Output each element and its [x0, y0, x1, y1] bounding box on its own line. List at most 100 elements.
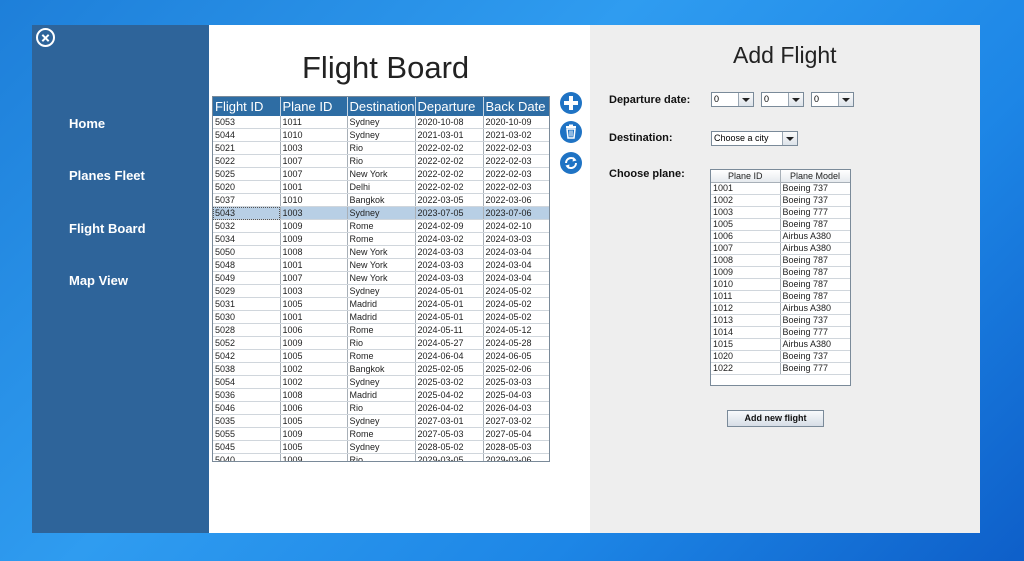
- plus-circle-icon[interactable]: [560, 92, 582, 114]
- table-cell: Bangkok: [347, 362, 416, 376]
- table-cell: 2022-02-02: [415, 154, 484, 168]
- table-row[interactable]: 5035 1005 Sydney 2027-03-01 2027-03-02: [213, 414, 549, 428]
- table-row[interactable]: 5040 1009 Rio 2029-03-05 2029-03-06: [213, 453, 549, 461]
- table-cell: 1009: [280, 219, 348, 233]
- table-cell: 5046: [213, 401, 281, 415]
- add-new-flight-button[interactable]: Add new flight: [727, 410, 824, 427]
- sidebar-item-home[interactable]: Home: [69, 116, 105, 131]
- table-cell: 2024-05-01: [415, 310, 484, 324]
- table-row[interactable]: 5049 1007 New York 2024-03-03 2024-03-04: [213, 271, 549, 285]
- plane-row[interactable]: 1011 Boeing 787: [711, 290, 850, 303]
- plane-row[interactable]: 1013 Boeing 737: [711, 314, 850, 327]
- table-cell: 5022: [213, 154, 281, 168]
- table-cell: 5042: [213, 349, 281, 363]
- column-header[interactable]: Back Date: [483, 97, 549, 116]
- plane-row[interactable]: 1001 Boeing 737: [711, 182, 850, 195]
- plane-row[interactable]: 1006 Airbus A380: [711, 230, 850, 243]
- sidebar-item-map-view[interactable]: Map View: [69, 273, 128, 288]
- table-cell: 1022: [711, 362, 781, 375]
- table-cell: 2022-02-03: [483, 154, 549, 168]
- sidebar: Home Planes Fleet Flight Board Map View: [32, 25, 209, 533]
- table-cell: 2024-05-01: [415, 297, 484, 311]
- table-cell: 5054: [213, 375, 281, 389]
- table-row[interactable]: 5054 1002 Sydney 2025-03-02 2025-03-03: [213, 375, 549, 389]
- column-header[interactable]: Plane ID: [280, 97, 348, 116]
- table-row[interactable]: 5044 1010 Sydney 2021-03-01 2021-03-02: [213, 128, 549, 142]
- sidebar-item-flight-board[interactable]: Flight Board: [69, 221, 146, 236]
- plane-row[interactable]: 1015 Airbus A380: [711, 338, 850, 351]
- table-row[interactable]: 5029 1003 Sydney 2024-05-01 2024-05-02: [213, 284, 549, 298]
- plane-row[interactable]: 1010 Boeing 787: [711, 278, 850, 291]
- table-row[interactable]: 5053 1011 Sydney 2020-10-08 2020-10-09: [213, 116, 549, 129]
- table-row[interactable]: 5055 1009 Rome 2027-05-03 2027-05-04: [213, 427, 549, 441]
- table-row[interactable]: 5046 1006 Rio 2026-04-02 2026-04-03: [213, 401, 549, 415]
- table-row[interactable]: 5042 1005 Rome 2024-06-04 2024-06-05: [213, 349, 549, 363]
- plane-row[interactable]: 1002 Boeing 737: [711, 194, 850, 207]
- table-header-row: Flight ID Plane ID Destination Departure…: [213, 97, 549, 116]
- table-cell: Rio: [347, 453, 416, 461]
- table-cell: 2024-03-03: [415, 271, 484, 285]
- table-cell: 2022-02-02: [415, 167, 484, 181]
- table-cell: 2024-03-03: [415, 245, 484, 259]
- table-cell: Boeing 737: [780, 182, 850, 195]
- table-cell: 2024-02-09: [415, 219, 484, 233]
- table-cell: 2024-05-27: [415, 336, 484, 350]
- table-row[interactable]: 5032 1009 Rome 2024-02-09 2024-02-10: [213, 219, 549, 233]
- table-row[interactable]: 5045 1005 Sydney 2028-05-02 2028-05-03: [213, 440, 549, 454]
- table-row[interactable]: 5036 1008 Madrid 2025-04-02 2025-04-03: [213, 388, 549, 402]
- table-cell: 1009: [280, 336, 348, 350]
- departure-year-select[interactable]: 0: [811, 92, 854, 107]
- table-cell: Boeing 737: [780, 350, 850, 363]
- departure-day-select[interactable]: 0: [711, 92, 754, 107]
- plane-table[interactable]: Plane ID Plane Model 1001 Boeing 737 1002 B…: [710, 169, 851, 386]
- column-header[interactable]: Plane ID: [711, 170, 781, 183]
- departure-month-select[interactable]: 0: [761, 92, 804, 107]
- plane-row[interactable]: 1009 Boeing 787: [711, 266, 850, 279]
- table-cell: 1002: [280, 375, 348, 389]
- table-cell: 1001: [280, 258, 348, 272]
- close-icon[interactable]: [36, 28, 55, 47]
- plane-row[interactable]: 1007 Airbus A380: [711, 242, 850, 255]
- table-row[interactable]: 5025 1007 New York 2022-02-02 2022-02-03: [213, 167, 549, 181]
- table-cell: 5053: [213, 116, 281, 129]
- flight-table[interactable]: Flight ID Plane ID Destination Departure…: [212, 96, 550, 462]
- column-header[interactable]: Flight ID: [213, 97, 281, 116]
- table-cell: 1012: [711, 302, 781, 315]
- table-cell: Boeing 737: [780, 314, 850, 327]
- table-row[interactable]: 5022 1007 Rio 2022-02-02 2022-02-03: [213, 154, 549, 168]
- trash-icon[interactable]: [560, 121, 582, 143]
- column-header[interactable]: Destination: [347, 97, 416, 116]
- table-cell: 2025-02-05: [415, 362, 484, 376]
- table-row[interactable]: 5031 1005 Madrid 2024-05-01 2024-05-02: [213, 297, 549, 311]
- table-cell: 2025-03-02: [415, 375, 484, 389]
- plane-row[interactable]: 1003 Boeing 777: [711, 206, 850, 219]
- table-cell: 2022-02-02: [415, 141, 484, 155]
- plane-row[interactable]: 1008 Boeing 787: [711, 254, 850, 267]
- table-row[interactable]: 5020 1001 Delhi 2022-02-02 2022-02-03: [213, 180, 549, 194]
- departure-year-value: 0: [814, 94, 820, 104]
- table-row[interactable]: 5052 1009 Rio 2024-05-27 2024-05-28: [213, 336, 549, 350]
- table-row[interactable]: 5050 1008 New York 2024-03-03 2024-03-04: [213, 245, 549, 259]
- plane-row[interactable]: 1014 Boeing 777: [711, 326, 850, 339]
- table-row[interactable]: 5030 1001 Madrid 2024-05-01 2024-05-02: [213, 310, 549, 324]
- sidebar-item-planes-fleet[interactable]: Planes Fleet: [69, 168, 145, 183]
- table-cell: Bangkok: [347, 193, 416, 207]
- column-header[interactable]: Departure: [415, 97, 484, 116]
- table-row[interactable]: 5037 1010 Bangkok 2022-03-05 2022-03-06: [213, 193, 549, 207]
- refresh-icon[interactable]: [560, 152, 582, 174]
- table-row[interactable]: 5043 1003 Sydney 2023-07-05 2023-07-06: [213, 206, 549, 220]
- table-cell: 1005: [280, 297, 348, 311]
- plane-row[interactable]: 1020 Boeing 737: [711, 350, 850, 363]
- plane-row[interactable]: 1005 Boeing 787: [711, 218, 850, 231]
- table-cell: 5028: [213, 323, 281, 337]
- table-cell: 1001: [280, 180, 348, 194]
- table-row[interactable]: 5028 1006 Rome 2024-05-11 2024-05-12: [213, 323, 549, 337]
- table-row[interactable]: 5038 1002 Bangkok 2025-02-05 2025-02-06: [213, 362, 549, 376]
- plane-row[interactable]: 1022 Boeing 777: [711, 362, 850, 375]
- table-row[interactable]: 5034 1009 Rome 2024-03-02 2024-03-03: [213, 232, 549, 246]
- table-row[interactable]: 5021 1003 Rio 2022-02-02 2022-02-03: [213, 141, 549, 155]
- plane-row[interactable]: 1012 Airbus A380: [711, 302, 850, 315]
- table-row[interactable]: 5048 1001 New York 2024-03-03 2024-03-04: [213, 258, 549, 272]
- destination-select[interactable]: Choose a city: [711, 131, 798, 146]
- column-header[interactable]: Plane Model: [780, 170, 850, 183]
